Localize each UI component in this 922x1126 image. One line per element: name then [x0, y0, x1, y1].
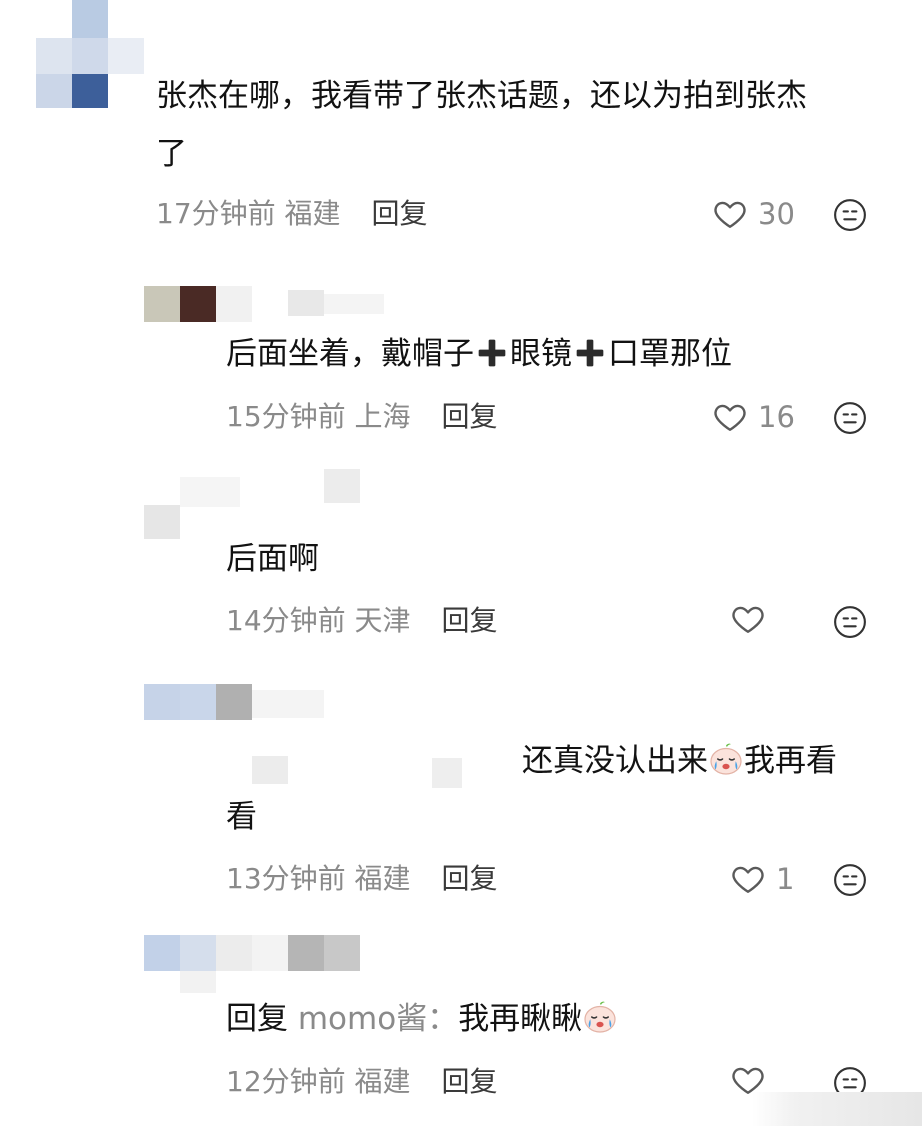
comment-text: 后面坐着，戴帽子 眼镜 口罩那位: [226, 336, 732, 372]
reply-to-user[interactable]: momo酱：: [298, 1001, 458, 1037]
timestamp: 17分钟前: [156, 197, 276, 230]
timestamp: 13分钟前: [226, 862, 346, 895]
like-button[interactable]: [730, 601, 776, 637]
neutral-face-icon[interactable]: [833, 863, 867, 897]
username-blurred[interactable]: [144, 286, 404, 326]
comment-text-line: 了: [156, 136, 187, 172]
location: 福建: [354, 862, 411, 895]
neutral-face-icon[interactable]: [833, 198, 867, 232]
comment-text: 后面啊: [226, 541, 319, 577]
like-button[interactable]: 16: [712, 397, 795, 437]
neutral-face-icon[interactable]: [833, 605, 867, 639]
comment-meta: 13分钟前 福建 回复: [226, 859, 497, 899]
reply-button[interactable]: 回复: [371, 197, 427, 230]
comment-meta: 12分钟前 福建 回复: [226, 1062, 497, 1102]
comment-3: 后面啊 14分钟前 天津 回复: [0, 465, 922, 655]
timestamp: 12分钟前: [226, 1065, 346, 1098]
comment-2: 后面坐着，戴帽子 眼镜 口罩那位 15分钟前 上海 回复 16: [0, 280, 922, 460]
heart-outline-icon: [714, 404, 746, 431]
comment-meta: 15分钟前 上海 回复: [226, 397, 497, 437]
comment-text: 回复 momo酱：我再瞅瞅: [226, 993, 618, 1045]
watermark-blurred: [752, 1092, 922, 1126]
comment-text-line: 张杰在哪，我看带了张杰话题，还以为拍到张杰: [156, 78, 807, 114]
username-blurred[interactable]: [144, 935, 374, 995]
reply-button[interactable]: 回复: [441, 400, 497, 433]
like-count: 30: [758, 197, 795, 231]
location: 上海: [354, 400, 411, 433]
heart-outline-icon: [732, 866, 764, 893]
plus-emoji: [576, 339, 604, 367]
comment-meta: 14分钟前 天津 回复: [226, 601, 497, 641]
crying-face-emoji: [710, 743, 742, 775]
comment-1: 张杰在哪，我看带了张杰话题，还以为拍到张杰 了 17分钟前 福建 回复 30: [0, 0, 922, 250]
comment-meta: 17分钟前 福建 回复: [156, 194, 427, 234]
reply-button[interactable]: 回复: [441, 604, 497, 637]
plus-emoji: [478, 339, 506, 367]
location: 天津: [354, 604, 411, 637]
comment-text: 还真没认出来 我再看 看: [226, 735, 886, 843]
timestamp: 15分钟前: [226, 400, 346, 433]
like-count: 1: [776, 862, 795, 896]
comment-text: 张杰在哪，我看带了张杰话题，还以为拍到张杰 了: [156, 70, 807, 180]
reply-button[interactable]: 回复: [441, 1065, 497, 1098]
crying-face-emoji: [584, 1001, 616, 1033]
like-count: 16: [758, 400, 795, 434]
avatar-blurred[interactable]: [36, 0, 144, 110]
like-button[interactable]: 30: [712, 194, 795, 234]
like-button[interactable]: 1: [730, 859, 794, 899]
neutral-face-icon[interactable]: [833, 401, 867, 435]
reply-button[interactable]: 回复: [441, 862, 497, 895]
reply-prefix: 回复: [226, 1001, 288, 1037]
location: 福建: [284, 197, 341, 230]
comment-4: 还真没认出来 我再看 看 13分钟前 福建 回复 1: [0, 680, 922, 920]
heart-outline-icon: [732, 606, 764, 633]
timestamp: 14分钟前: [226, 604, 346, 637]
location: 福建: [354, 1065, 411, 1098]
comment-text-line: 看: [226, 799, 257, 835]
heart-outline-icon: [714, 201, 746, 228]
